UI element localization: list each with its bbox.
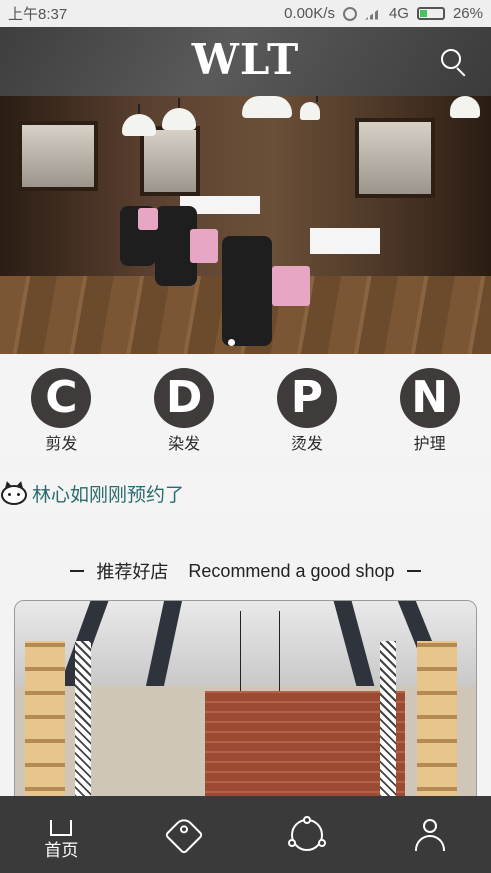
category-label: 烫发: [290, 436, 323, 453]
banner-carousel[interactable]: [0, 96, 491, 354]
category-label: 剪发: [45, 436, 78, 453]
nav-profile[interactable]: [390, 796, 470, 873]
category-dye[interactable]: D 染发: [144, 368, 224, 460]
category-label: 护理: [413, 436, 446, 453]
user-icon: [414, 818, 446, 851]
status-bar: 上午8:37 0.00K/s 4G 26%: [0, 0, 491, 27]
signal-icon: [364, 7, 381, 20]
haircut-icon: C: [31, 368, 92, 428]
carousel-indicator[interactable]: [228, 339, 235, 346]
search-icon[interactable]: [439, 47, 469, 77]
ticker-text: 林心如刚刚预约了: [32, 484, 185, 506]
category-bar: C 剪发 D 染发 P 烫发 N 护理: [0, 354, 491, 460]
network-type: 4G: [388, 5, 409, 22]
tag-icon: [164, 814, 204, 855]
battery-icon: [416, 7, 445, 20]
network-speed: 0.00K/s: [284, 5, 335, 22]
section-title-en: Recommend a good shop: [188, 560, 395, 581]
battery-level: 26%: [452, 5, 483, 22]
category-perm[interactable]: P 烫发: [267, 368, 347, 460]
booking-ticker: 林心如刚刚预约了: [0, 470, 491, 516]
section-title: 推荐好店 Recommend a good shop: [0, 558, 491, 584]
category-haircut[interactable]: C 剪发: [21, 368, 101, 460]
share-icon: [287, 815, 326, 851]
nav-home-label: 首页: [44, 841, 79, 860]
shop-card[interactable]: [14, 600, 477, 810]
nav-share[interactable]: [267, 796, 347, 873]
app-header: WLT: [0, 27, 491, 96]
brand-logo: WLT: [191, 35, 300, 84]
nav-tags[interactable]: [144, 796, 224, 873]
nav-home[interactable]: 首页: [21, 796, 101, 873]
cat-face-icon: [0, 479, 28, 506]
home-icon: [46, 808, 76, 836]
category-care[interactable]: N 护理: [390, 368, 470, 460]
category-label: 染发: [168, 436, 201, 453]
bottom-nav: 首页: [0, 796, 491, 873]
care-icon: N: [399, 368, 460, 428]
perm-icon: P: [276, 368, 337, 428]
section-title-cn: 推荐好店: [96, 562, 169, 582]
dye-icon: D: [154, 368, 215, 428]
status-time: 上午8:37: [8, 6, 68, 23]
alarm-icon: [342, 6, 357, 21]
